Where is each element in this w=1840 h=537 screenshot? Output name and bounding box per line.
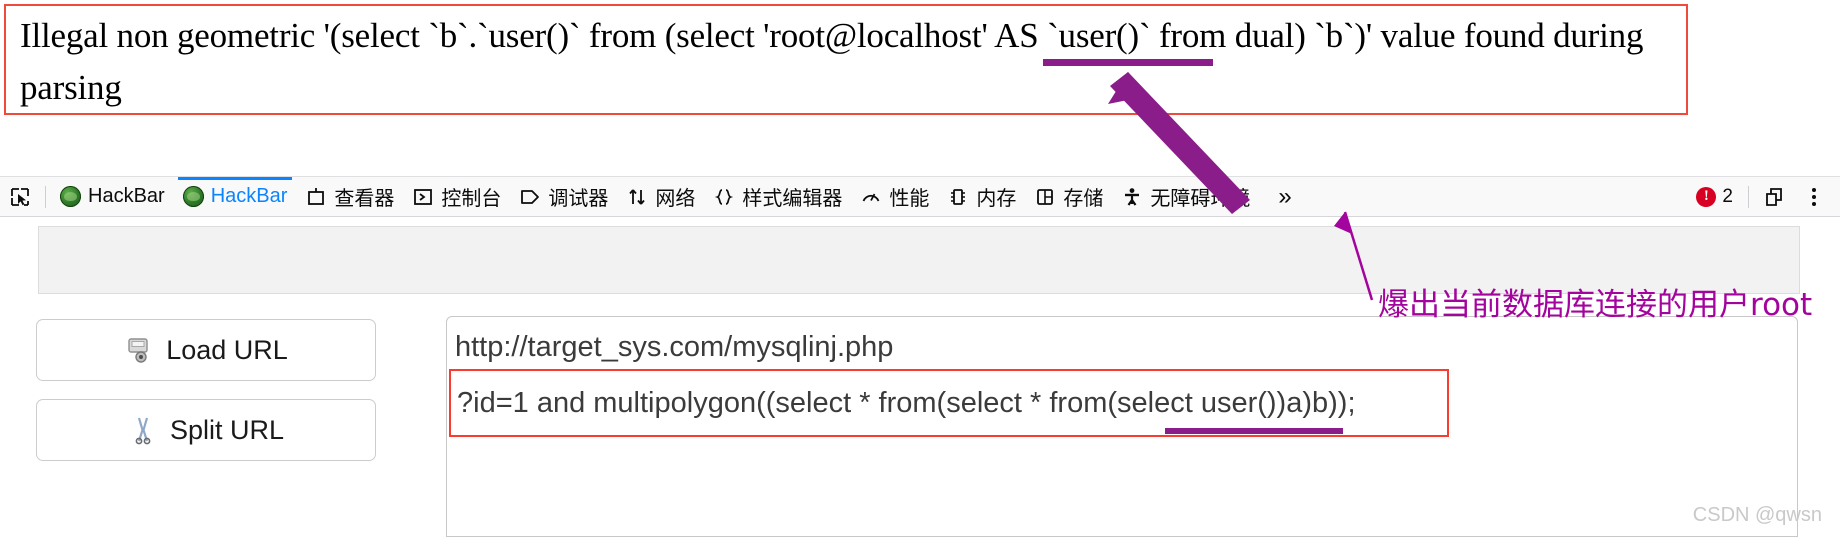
tab-hackbar-2[interactable]: HackBar (174, 177, 297, 216)
toolbar-divider (45, 185, 46, 208)
sql-error-banner: Illegal non geometric '(select `b`.`user… (4, 4, 1688, 115)
root-localhost-highlight-underline (1043, 59, 1213, 66)
error-count: 2 (1722, 185, 1733, 207)
element-picker-icon (9, 186, 31, 208)
debugger-icon (519, 186, 541, 208)
split-url-icon (128, 415, 158, 445)
hackbar-logo-icon (60, 186, 81, 207)
tab-label: 网络 (655, 188, 696, 210)
toolbar-overflow-button[interactable]: » (1259, 177, 1310, 216)
hackbar-panel: Load URL Split URL http://target_sys.com… (0, 217, 1840, 537)
performance-icon (860, 186, 882, 208)
toolbar-divider (1748, 185, 1749, 208)
tab-style-editor[interactable]: 样式编辑器 (704, 177, 851, 216)
url-line-2: ?id=1 and multipolygon((select * from(se… (457, 386, 1356, 419)
tab-label: HackBar (88, 185, 165, 207)
hackbar-logo-icon (182, 186, 204, 207)
tab-label: 样式编辑器 (742, 188, 843, 210)
tab-label: 存储 (1063, 188, 1104, 210)
accessibility-icon (1121, 186, 1143, 208)
devtools-toolbar: HackBar HackBar 查看器 控制台 调试器 网络 样式编辑器 性能 … (0, 176, 1840, 217)
tab-hackbar-1[interactable]: HackBar (51, 177, 174, 216)
tab-label: 控制台 (441, 188, 502, 210)
tab-memory[interactable]: 内存 (938, 177, 1025, 216)
console-icon (412, 186, 434, 208)
chevron-double-right-icon: » (1278, 182, 1292, 210)
watermark-text: CSDN @qwsn (1692, 504, 1822, 526)
storage-icon (1034, 186, 1056, 208)
element-picker-button[interactable] (0, 177, 40, 216)
tab-label: 查看器 (334, 188, 395, 210)
style-editor-icon (713, 186, 735, 208)
payload-highlight-box: ?id=1 and multipolygon((select * from(se… (449, 369, 1449, 437)
inspector-icon (305, 186, 327, 208)
tab-label: HackBar (210, 185, 288, 207)
tab-label: 内存 (976, 188, 1017, 210)
tab-label: 性能 (889, 188, 930, 210)
tab-inspector[interactable]: 查看器 (296, 177, 403, 216)
sql-error-message: Illegal non geometric '(select `b`.`user… (20, 16, 1652, 107)
annotation-label: 爆出当前数据库连接的用户root (1378, 287, 1813, 323)
dock-layout-icon (1763, 186, 1785, 208)
load-url-label: Load URL (166, 334, 288, 365)
load-url-icon (124, 335, 154, 365)
tab-accessibility[interactable]: 无障碍环境 (1112, 177, 1259, 216)
split-url-button[interactable]: Split URL (36, 399, 376, 461)
select-user-highlight-underline (1165, 428, 1343, 434)
tab-performance[interactable]: 性能 (851, 177, 938, 216)
tab-label: 无障碍环境 (1150, 188, 1251, 210)
console-error-badge[interactable]: ! 2 (1686, 186, 1743, 208)
tab-label: 调试器 (548, 188, 609, 210)
devtools-menu-button[interactable] (1794, 177, 1834, 216)
tab-console[interactable]: 控制台 (403, 177, 510, 216)
network-icon (626, 186, 648, 208)
tab-storage[interactable]: 存储 (1025, 177, 1112, 216)
tab-network[interactable]: 网络 (617, 177, 704, 216)
url-line-1: http://target_sys.com/mysqlinj.php (455, 331, 894, 363)
dock-layout-button[interactable] (1754, 177, 1794, 216)
split-url-label: Split URL (169, 414, 285, 445)
memory-icon (947, 186, 969, 208)
load-url-button[interactable]: Load URL (36, 319, 376, 381)
error-badge-icon: ! (1696, 186, 1717, 207)
tab-debugger[interactable]: 调试器 (510, 177, 617, 216)
devtools-menu-icon (1803, 186, 1825, 208)
